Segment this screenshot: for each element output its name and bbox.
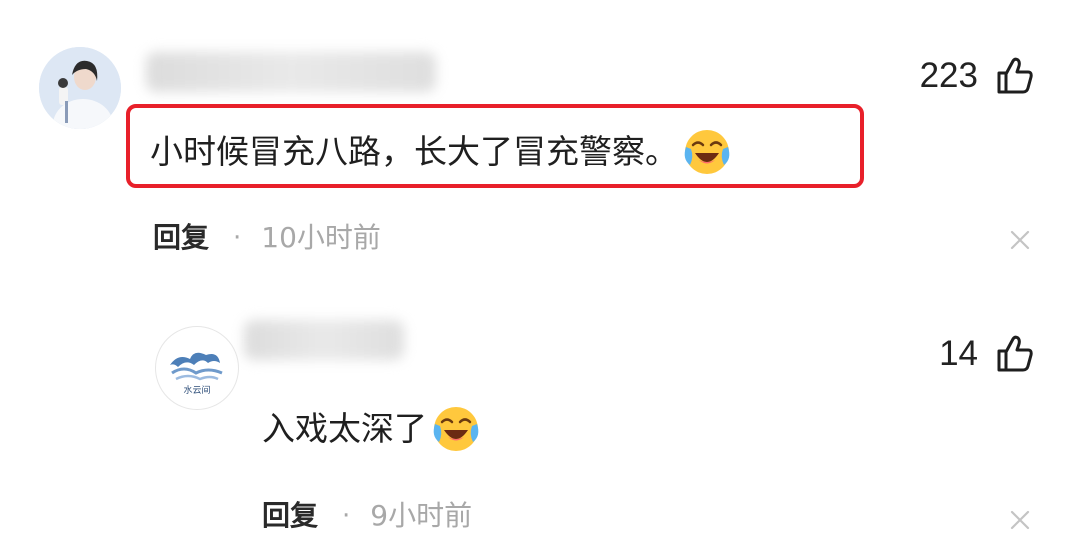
- avatar-text: 水云间: [183, 384, 210, 396]
- comment-body: 小时候冒充八路，长大了冒充警察。: [150, 132, 678, 171]
- avatar[interactable]: [39, 47, 121, 129]
- like-button[interactable]: 14: [939, 334, 1034, 374]
- meta-separator: ·: [342, 501, 351, 531]
- comment-meta: 回复 · 9小时前: [262, 498, 472, 534]
- meta-separator: ·: [233, 223, 242, 253]
- close-icon[interactable]: [1010, 510, 1030, 530]
- reply-button[interactable]: 回复: [262, 498, 318, 534]
- laughing-crying-emoji: [433, 407, 479, 451]
- thumbs-up-icon[interactable]: [996, 57, 1034, 95]
- like-button[interactable]: 223: [920, 56, 1034, 96]
- avatar[interactable]: 水云间: [155, 326, 239, 410]
- comment-text: 入戏太深了: [262, 404, 481, 454]
- laughing-crying-emoji: [684, 130, 730, 174]
- username-blurred[interactable]: [146, 52, 436, 92]
- comment-thread: 223 小时候冒充八路，长大了冒充警察。 回复 · 10小时前 水云间 14 入…: [0, 0, 1080, 558]
- comment-time: 10小时前: [261, 221, 381, 254]
- comment-body: 入戏太深了: [262, 409, 427, 448]
- reply-button[interactable]: 回复: [153, 220, 209, 256]
- like-count: 14: [939, 334, 978, 373]
- thumbs-up-icon[interactable]: [996, 335, 1034, 373]
- like-count: 223: [919, 56, 978, 95]
- comment-text: 小时候冒充八路，长大了冒充警察。: [150, 127, 732, 177]
- close-icon[interactable]: [1010, 230, 1030, 250]
- username-blurred[interactable]: [244, 320, 404, 360]
- comment-meta: 回复 · 10小时前: [153, 220, 381, 256]
- comment-time: 9小时前: [370, 499, 473, 532]
